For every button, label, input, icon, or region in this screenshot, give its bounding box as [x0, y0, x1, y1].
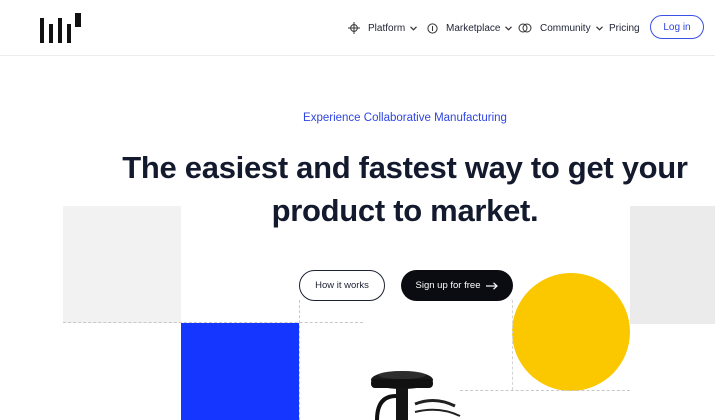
nav-marketplace[interactable]: Marketplace	[427, 19, 513, 37]
decor-dashed-line	[512, 300, 513, 390]
link-rings-icon	[518, 23, 532, 33]
sign-up-label: Sign up for free	[415, 280, 481, 291]
nav-pricing[interactable]: Pricing	[609, 19, 640, 37]
decor-blue-square	[181, 323, 299, 420]
product-seat-image	[371, 371, 461, 420]
nav-platform-label: Platform	[368, 22, 406, 34]
nav-platform[interactable]: Platform	[348, 19, 418, 37]
nav-community-label: Community	[540, 22, 591, 34]
decor-dashed-line	[299, 300, 300, 420]
sign-up-button[interactable]: Sign up for free	[401, 270, 513, 301]
coin-icon	[427, 22, 438, 34]
chevron-down-icon	[505, 25, 513, 31]
headline-line-1: The easiest and fastest way to get your	[122, 150, 688, 185]
nav-community[interactable]: Community	[518, 19, 603, 37]
headline-line-2: product to market.	[271, 193, 539, 228]
login-button[interactable]: Log in	[650, 15, 704, 39]
nav-marketplace-label: Marketplace	[446, 22, 501, 34]
site-header: Platform Marketplace Community Pricing L…	[0, 0, 715, 56]
chevron-down-icon	[410, 25, 418, 31]
decor-yellow-circle	[512, 273, 630, 391]
brand-logo[interactable]	[40, 13, 84, 43]
crosshair-icon	[348, 22, 360, 34]
hero-headline: The easiest and fastest way to get your …	[100, 146, 710, 232]
hero-eyebrow: Experience Collaborative Manufacturing	[303, 112, 507, 124]
arrow-right-icon	[486, 281, 499, 290]
how-it-works-button[interactable]: How it works	[299, 270, 385, 301]
chevron-down-icon	[595, 25, 603, 31]
decor-dashed-line	[460, 390, 630, 391]
decor-dashed-line	[63, 322, 363, 323]
nav-pricing-label: Pricing	[609, 22, 640, 34]
